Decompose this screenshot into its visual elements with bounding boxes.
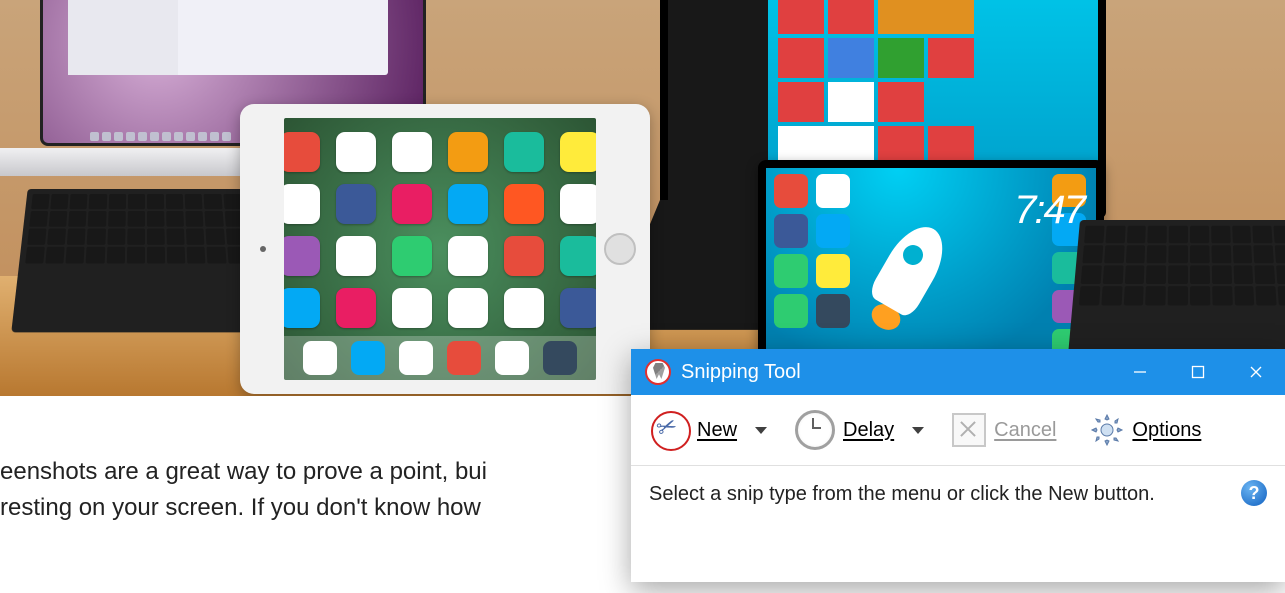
close-button[interactable] (1227, 349, 1285, 395)
new-dropdown-arrow-icon[interactable] (755, 427, 767, 434)
article-line: resting on your screen. If you don't kno… (0, 494, 481, 521)
article-body-text: eenshots are a great way to prove a poin… (0, 454, 640, 526)
options-button[interactable]: Options (1084, 409, 1207, 451)
snipping-tool-window[interactable]: Snipping Tool New Delay Canc (631, 349, 1285, 582)
toolbar: New Delay Cancel Options (631, 395, 1285, 466)
status-text: Select a snip type from the menu or clic… (649, 480, 1155, 508)
delay-button[interactable]: Delay (789, 406, 900, 454)
window-title: Snipping Tool (681, 361, 801, 384)
help-icon[interactable]: ? (1241, 480, 1267, 506)
device-ipad (240, 104, 650, 394)
clock-icon (795, 410, 835, 450)
article-hero-photo: 7:47 (0, 0, 1285, 396)
clock-time: 7:47 (1014, 188, 1084, 233)
window-titlebar[interactable]: Snipping Tool (631, 349, 1285, 395)
cancel-label: Cancel (994, 419, 1056, 442)
cancel-icon (952, 413, 986, 447)
rocket-icon (851, 213, 971, 333)
delay-label: Delay (843, 419, 894, 442)
cancel-button: Cancel (946, 409, 1062, 451)
new-button[interactable]: New (645, 407, 743, 453)
options-label: Options (1132, 419, 1201, 442)
article-line: eenshots are a great way to prove a poin… (0, 458, 487, 485)
new-label: New (697, 419, 737, 442)
gear-icon (1090, 413, 1124, 447)
delay-dropdown-arrow-icon[interactable] (912, 427, 924, 434)
status-bar: Select a snip type from the menu or clic… (631, 466, 1285, 522)
minimize-button[interactable] (1111, 349, 1169, 395)
snipping-tool-app-icon (645, 359, 671, 385)
maximize-button[interactable] (1169, 349, 1227, 395)
scissors-icon (651, 411, 689, 449)
